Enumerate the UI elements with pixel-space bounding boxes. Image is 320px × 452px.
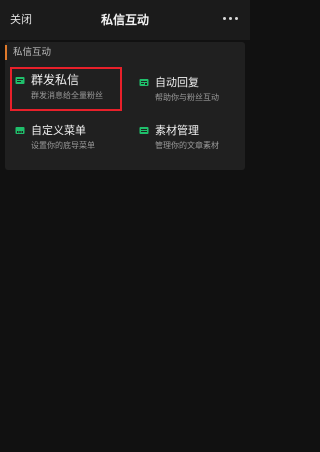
item-title: 自定义菜单 [31,124,86,137]
private-message-panel: 私信互动 群发私信 群发消息给全量粉丝 自动回复 帮助你与粉丝互动 自定义菜单 … [5,42,245,170]
custom-menu-item[interactable]: 自定义菜单 设置你的底导菜单 [15,123,127,163]
more-dot-icon [222,16,226,20]
material-icon [139,127,149,134]
highlight-box [10,67,122,111]
menu-icon [15,127,25,134]
item-title: 素材管理 [155,124,199,137]
item-desc: 帮助你与粉丝互动 [155,93,219,102]
item-desc: 管理你的文章素材 [155,141,219,150]
material-management-item[interactable]: 素材管理 管理你的文章素材 [139,123,251,163]
auto-reply-item[interactable]: 自动回复 帮助你与粉丝互动 [139,75,251,115]
auto-reply-icon [139,79,149,86]
more-dot-icon [234,16,238,20]
item-title: 自动回复 [155,76,199,89]
nav-bar: 关闭 私信互动 [0,0,250,40]
item-desc: 设置你的底导菜单 [31,141,95,150]
more-menu-button[interactable] [216,6,244,30]
section-title: 私信互动 [5,45,51,60]
more-dot-icon [228,16,232,20]
page-title: 私信互动 [100,13,149,27]
